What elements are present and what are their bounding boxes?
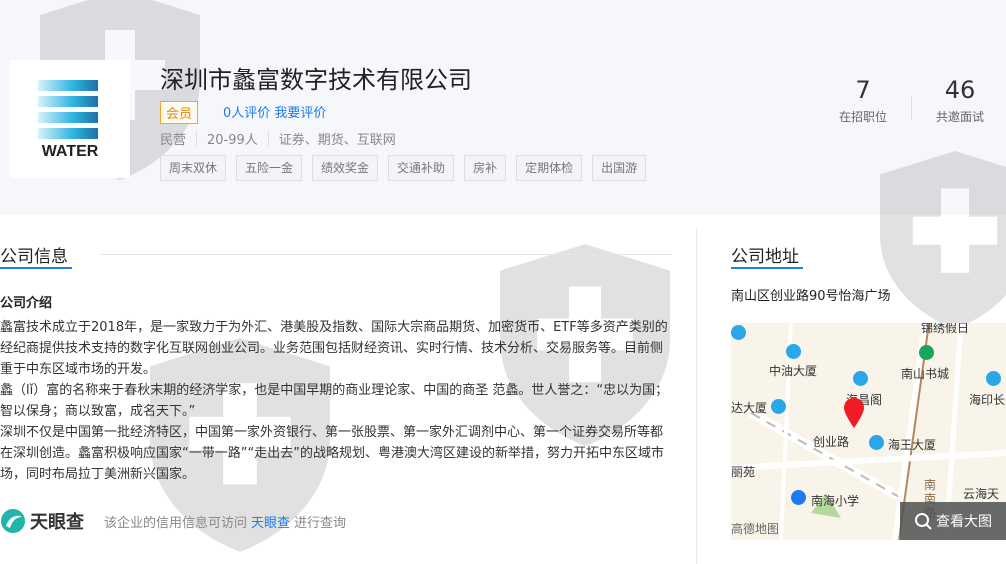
benefit-tag: 五险一金 [236,155,303,181]
watermark-shield-icon [880,150,1006,330]
map-label: 中油大厦 [769,364,818,378]
map-label: 丽苑 [731,465,756,479]
intro-text: 蠡富技术成立于2018年，是一家致力于为外汇、港美股及指数、国际大宗商品期货、加… [0,317,672,485]
tianyancha-link[interactable]: 天眼查 [251,512,290,531]
stat-open-positions[interactable]: 7 在招职位 [823,76,903,125]
review-count-link[interactable]: 0人评价 [223,106,270,121]
school-poi-icon [791,490,806,505]
company-meta: 民营 20-99人 证券、期货、互联网 [160,129,396,148]
intro-paragraph: 深圳不仅是中国第一批经济特区，中国第一家外资银行、第一张股票、第一家外汇调剂中心… [0,425,664,482]
building-poi-icon [986,371,1001,386]
building-poi-icon [731,325,746,340]
view-large-map-button[interactable]: 查看大图 [900,502,1006,540]
company-size: 20-99人 [207,133,258,148]
metro-station-icon [919,345,934,360]
tianyancha-logo-icon [1,509,25,533]
intro-paragraph: 蠡（lǐ）富的名称来于春秋末期的经济学家，也是中国早期的商业理论家、中国的商圣 … [0,383,669,419]
map-label: 云海天 [963,487,1000,501]
heading-underline [0,267,72,269]
building-poi-icon [786,344,801,359]
company-info-heading: 公司信息 [0,247,68,267]
map-label: 南山书城 [901,367,950,381]
footer-text: 进行查询 [294,515,347,531]
company-name: 深圳市蠡富数字技术有限公司 [160,66,472,94]
benefit-tag: 定期体检 [516,155,583,181]
map-label: 创业路 [813,435,850,449]
address-text: 南山区创业路90号怡海广场 [731,289,891,304]
map-label: 海印长 [969,393,1006,407]
member-badge: 会员 [160,101,199,124]
industry: 证券、期货、互联网 [278,133,396,148]
stat-label: 在招职位 [838,110,887,124]
company-logo: WATER [10,60,130,178]
benefit-tag: 交通补助 [388,155,455,181]
map-label: 海王大厦 [888,438,937,452]
search-icon [915,513,932,530]
stat-value: 46 [944,76,976,104]
ownership: 民营 [160,133,187,148]
building-poi-icon [853,371,868,386]
credit-footer: 天眼查 该企业的信用信息可访问 天眼查 进行查询 [0,508,346,534]
view-large-map-label: 查看大图 [936,514,992,530]
benefit-tag: 房补 [464,155,507,181]
location-map[interactable]: 中油大厦 南山书城 海昌阁 海印长 达大厦 创业路 海王大厦 丽苑 南海小学 南… [731,323,1006,540]
benefit-tag: 绩效奖金 [312,155,379,181]
review-links: 0人评价 我要评价 [223,102,326,121]
heading-underline [731,267,803,269]
stat-value: 7 [855,76,871,104]
map-label: 锦绣假日 [921,323,970,335]
building-poi-icon [771,399,786,414]
stat-label: 共邀面试 [935,110,984,124]
tianyancha-brand: 天眼查 [30,512,84,533]
footer-text: 该企业的信用信息可访问 [104,515,248,531]
stat-divider [911,96,912,120]
stat-interviews[interactable]: 46 共邀面试 [920,76,1000,125]
benefit-tag: 周末双休 [160,155,227,181]
map-attribution: 高德地图 [731,522,780,536]
building-poi-icon [869,435,884,450]
address-heading: 公司地址 [731,247,799,267]
heading-rule [100,254,672,255]
benefit-tag: 出国游 [592,155,647,181]
logo-text: WATER [41,143,99,160]
location-pin-icon [844,398,864,428]
column-divider [696,228,697,564]
benefit-tags: 周末双休 五险一金 绩效奖金 交通补助 房补 定期体检 出国游 [160,155,647,181]
intro-title: 公司介绍 [0,296,53,311]
map-label: 南海小学 [811,494,860,508]
intro-paragraph: 蠡富技术成立于2018年，是一家致力于为外汇、港美股及指数、国际大宗商品期货、加… [0,320,668,377]
company-header: WATER 深圳市蠡富数字技术有限公司 会员 0人评价 我要评价 民营 20-9… [0,0,1006,330]
write-review-link[interactable]: 我要评价 [274,106,326,121]
map-label: 达大厦 [731,401,768,415]
